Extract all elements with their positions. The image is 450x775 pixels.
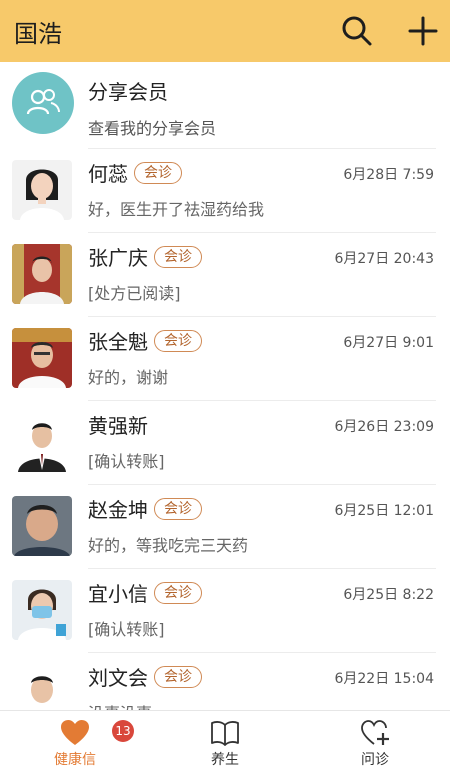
unread-count-badge: 13 (112, 720, 134, 742)
timestamp: 6月22日 15:04 (334, 671, 434, 687)
name-wrap: 黄强新 (88, 410, 148, 439)
avatar (12, 496, 72, 556)
divider (88, 148, 436, 149)
conversation-item[interactable]: 何蕊 会诊 6月28日 7:59 好，医生开了祛湿药给我 (0, 148, 450, 232)
last-message: 好的，等我吃完三天药 (88, 536, 249, 555)
share-members-title: 分享会员 (88, 80, 168, 104)
last-message: [处方已阅读] (88, 284, 181, 303)
conversation-item[interactable]: 张广庆 会诊 6月27日 20:43 [处方已阅读] (0, 232, 450, 316)
name-wrap: 张广庆 会诊 (88, 242, 202, 271)
timestamp: 6月25日 8:22 (343, 587, 434, 603)
add-icon[interactable] (406, 14, 440, 48)
share-members-subtitle: 查看我的分享会员 (88, 119, 217, 138)
timestamp: 6月25日 12:01 (334, 503, 434, 519)
last-message: 好的，谢谢 (88, 368, 169, 387)
avatar (12, 244, 72, 304)
book-icon (211, 721, 239, 746)
divider (88, 568, 436, 569)
conversation-item[interactable]: 黄强新 6月26日 23:09 [确认转账] (0, 400, 450, 484)
tab-label: 养生 (211, 752, 239, 768)
divider (88, 652, 436, 653)
app-header: 国浩 (0, 0, 450, 62)
last-message: 好，医生开了祛湿药给我 (88, 200, 265, 219)
tab-consult[interactable]: 问诊 (300, 711, 450, 775)
search-icon[interactable] (340, 14, 374, 48)
tab-label: 问诊 (361, 752, 389, 768)
avatar (12, 412, 72, 472)
tab-wellness[interactable]: 养生 (150, 711, 300, 775)
consult-badge: 会诊 (154, 665, 202, 688)
heart-plus-icon (361, 720, 389, 745)
contact-name: 黄强新 (88, 414, 148, 438)
bottom-tab-bar: 健康信 养生 问诊 (0, 710, 450, 775)
last-message: [确认转账] (88, 452, 165, 471)
timestamp: 6月27日 9:01 (343, 335, 434, 351)
consult-badge: 会诊 (154, 329, 202, 352)
timestamp: 6月26日 23:09 (334, 419, 434, 435)
name-wrap: 赵金坤 会诊 (88, 494, 202, 523)
divider (88, 400, 436, 401)
name-wrap: 何蕊 会诊 (88, 158, 182, 187)
page-title: 国浩 (14, 20, 62, 48)
name-wrap: 宜小信 会诊 (88, 578, 202, 607)
divider (88, 484, 436, 485)
conversation-item[interactable]: 宜小信 会诊 6月25日 8:22 [确认转账] (0, 568, 450, 652)
conversation-list: 分享会员 查看我的分享会员 何蕊 会诊 6月28日 7:59 好，医生开了祛湿药… (0, 62, 450, 710)
name-wrap: 刘文会 会诊 (88, 662, 202, 691)
last-message: [确认转账] (88, 620, 165, 639)
members-icon (12, 72, 74, 134)
avatar (12, 160, 72, 220)
conversation-item[interactable]: 刘文会 会诊 6月22日 15:04 没事没事 (0, 652, 450, 710)
contact-name: 何蕊 (88, 162, 128, 186)
divider (88, 316, 436, 317)
conversation-item[interactable]: 赵金坤 会诊 6月25日 12:01 好的，等我吃完三天药 (0, 484, 450, 568)
contact-name: 张全魁 (88, 330, 148, 354)
share-members-item[interactable]: 分享会员 查看我的分享会员 (0, 62, 450, 148)
consult-badge: 会诊 (134, 161, 182, 184)
heart-icon (61, 720, 89, 745)
contact-name: 宜小信 (88, 582, 148, 606)
consult-badge: 会诊 (154, 497, 202, 520)
consult-badge: 会诊 (154, 245, 202, 268)
divider (88, 232, 436, 233)
consult-badge: 会诊 (154, 581, 202, 604)
timestamp: 6月28日 7:59 (343, 167, 434, 183)
avatar (12, 664, 72, 710)
last-message: 没事没事 (88, 700, 152, 710)
timestamp: 6月27日 20:43 (334, 251, 434, 267)
tab-label: 健康信 (54, 752, 96, 768)
contact-name: 赵金坤 (88, 498, 148, 522)
avatar (12, 580, 72, 640)
conversation-item[interactable]: 张全魁 会诊 6月27日 9:01 好的，谢谢 (0, 316, 450, 400)
contact-name: 刘文会 (88, 666, 148, 690)
avatar (12, 328, 72, 388)
name-wrap: 张全魁 会诊 (88, 326, 202, 355)
contact-name: 张广庆 (88, 246, 148, 270)
